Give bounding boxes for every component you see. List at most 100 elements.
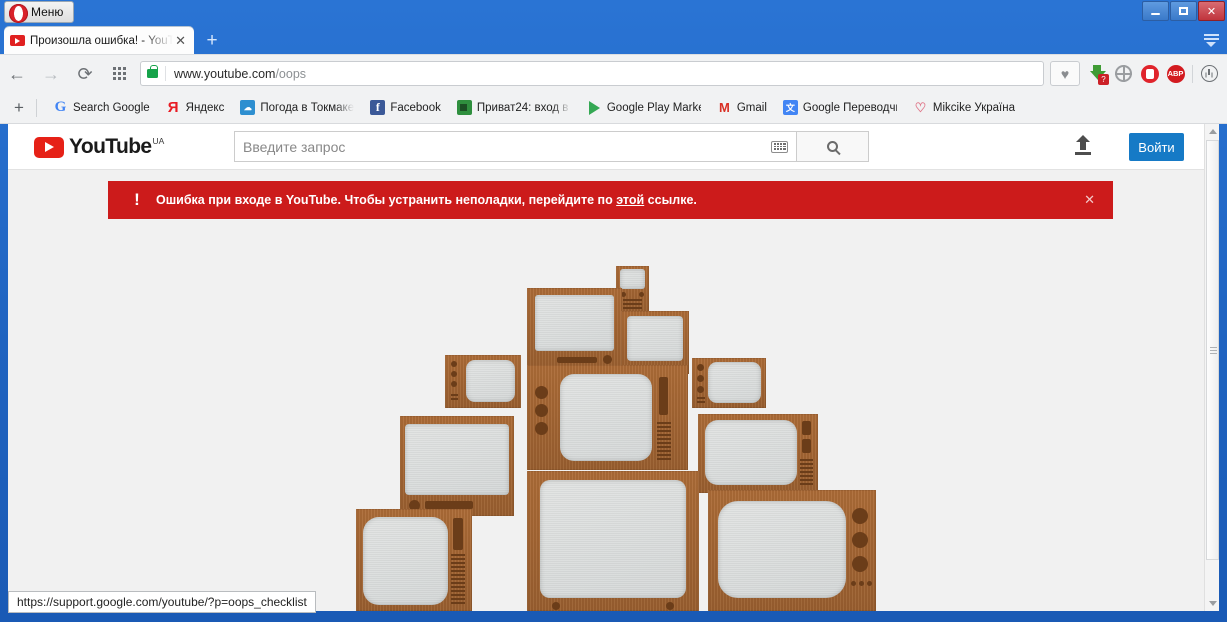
tv-knob (859, 581, 864, 586)
tab-menu-button[interactable] (1201, 31, 1221, 49)
bookmark-yandex[interactable]: Я Яндекс (158, 98, 233, 117)
tv-far-left (400, 416, 514, 516)
search-button[interactable] (797, 131, 869, 162)
error-banner: ! Ошибка при входе в YouTube. Чтобы устр… (108, 181, 1113, 219)
reload-button[interactable]: ⟳ (68, 59, 102, 89)
youtube-search-area (234, 131, 869, 162)
search-box[interactable] (234, 131, 797, 162)
menu-line (1203, 37, 1219, 40)
tv-foot (666, 602, 674, 610)
maximize-button[interactable] (1170, 1, 1197, 21)
chevron-up-icon (1208, 129, 1217, 134)
error-help-link[interactable]: этой (616, 193, 644, 207)
chevron-down-icon (1208, 601, 1217, 606)
close-window-button[interactable]: ✕ (1198, 1, 1225, 21)
upload-button[interactable] (1072, 135, 1094, 158)
bookmark-label: Яндекс (185, 101, 225, 114)
minimize-button[interactable] (1142, 1, 1169, 21)
alert-icon: ! (134, 190, 140, 209)
tv-knob (852, 532, 868, 548)
tv-screen (466, 360, 515, 402)
bookmark-label: Погода в Токмаке гр (260, 101, 355, 114)
tv-screen (627, 316, 683, 361)
tv-bottom-center (527, 471, 699, 611)
tv-knob (451, 381, 457, 387)
tv-knob (603, 355, 612, 364)
bookmark-search-google[interactable]: G Search Google (45, 98, 158, 117)
tv-screen (708, 362, 761, 403)
navigation-bar: ← → ⟳ www.youtube.com/oops ♥ ? ABP (0, 55, 1227, 92)
bookmark-weather-tokmak[interactable]: ☁ Погода в Токмаке гр (232, 98, 362, 117)
opera-stop-icon[interactable] (1140, 64, 1159, 83)
new-tab-button[interactable]: + (203, 31, 221, 50)
tv-upper-left (527, 288, 622, 371)
youtube-wordmark: YouTube (69, 134, 152, 158)
maximize-icon (1179, 7, 1188, 15)
bookmark-google-translate[interactable]: 文 Google Переводчик (775, 98, 905, 117)
tv-tuner-bar (802, 421, 811, 435)
bookmark-heart-button[interactable]: ♥ (1050, 61, 1080, 86)
opera-menu-button[interactable]: Меню (4, 1, 75, 23)
adblock-plus-icon[interactable]: ABP (1166, 64, 1185, 83)
tv-tuner-bar (802, 439, 811, 453)
tv-knob (451, 361, 457, 367)
address-divider (165, 66, 166, 81)
heart-icon: ♡ (914, 99, 927, 115)
tv-speaker-bar (557, 357, 597, 363)
tv-screen (405, 424, 509, 495)
tv-knob (851, 581, 856, 586)
youtube-country-code: UA (152, 135, 165, 146)
tv-foot (552, 602, 560, 610)
tv-speaker-bar (425, 501, 473, 509)
bookmark-google-play-market[interactable]: Google Play Market (579, 98, 709, 117)
bookmark-facebook[interactable]: f Facebook (362, 98, 449, 117)
tv-speaker-grill (657, 420, 671, 460)
add-bookmark-button[interactable]: + (10, 99, 36, 116)
scroll-up-button[interactable] (1205, 124, 1220, 139)
youtube-favicon-icon (10, 35, 25, 46)
search-icon (827, 141, 838, 152)
banner-close-button[interactable]: ✕ (1084, 193, 1095, 206)
error-text-before: Ошибка при входе в YouTube. Чтобы устран… (156, 193, 617, 207)
lock-icon (147, 64, 158, 78)
address-bar-url: www.youtube.com/oops (174, 67, 306, 81)
keyboard-icon[interactable] (771, 140, 788, 153)
chevron-down-icon (1206, 41, 1216, 47)
menu-line (1203, 33, 1219, 36)
weather-icon: ☁ (240, 100, 256, 115)
tab-strip: Произошла ошибка! - YouTube ✕ + (0, 25, 1227, 54)
scroll-down-button[interactable] (1205, 596, 1220, 611)
page-scrollbar[interactable] (1204, 124, 1219, 611)
tv-speaker-grill (800, 457, 813, 485)
download-manager-icon[interactable]: ? (1088, 64, 1109, 85)
address-bar[interactable]: www.youtube.com/oops (140, 61, 1044, 86)
tv-knob (639, 292, 644, 297)
forward-button[interactable]: → (34, 59, 68, 89)
bookmark-privat24[interactable]: Приват24: вход в сис (449, 98, 579, 117)
tv-speaker-grill (697, 397, 705, 403)
tv-speaker-grill (623, 299, 642, 309)
speed-dial-button[interactable] (102, 59, 136, 89)
back-button[interactable]: ← (0, 59, 34, 89)
tv-knob (535, 422, 548, 435)
search-input[interactable] (243, 138, 771, 155)
downloads-icon[interactable] (1200, 64, 1219, 83)
globe-icon[interactable] (1114, 64, 1133, 83)
tab-title: Произошла ошибка! - YouTube (30, 34, 174, 47)
bookmark-mikcike-ukraine[interactable]: ♡ Mikcike Україна (905, 98, 1023, 117)
tv-screen (560, 374, 652, 461)
browser-tab[interactable]: Произошла ошибка! - YouTube ✕ (4, 27, 194, 54)
bookmark-gmail[interactable]: M Gmail (709, 98, 775, 117)
sign-in-button[interactable]: Войти (1129, 133, 1184, 161)
url-host: www.youtube.com (174, 66, 276, 81)
youtube-masthead: YouTube UA Войти (8, 124, 1204, 170)
google-play-icon (587, 100, 602, 115)
tab-close-icon[interactable]: ✕ (173, 34, 188, 47)
bookmark-label: Приват24: вход в сис (476, 101, 571, 114)
scrollbar-thumb[interactable] (1206, 140, 1219, 560)
page-viewport: YouTube UA Войти (8, 124, 1219, 611)
tv-right-mid (698, 414, 818, 493)
opera-menu-label: Меню (31, 5, 64, 19)
youtube-logo[interactable]: YouTube UA (34, 134, 165, 158)
tv-mid-right-small (692, 358, 766, 408)
